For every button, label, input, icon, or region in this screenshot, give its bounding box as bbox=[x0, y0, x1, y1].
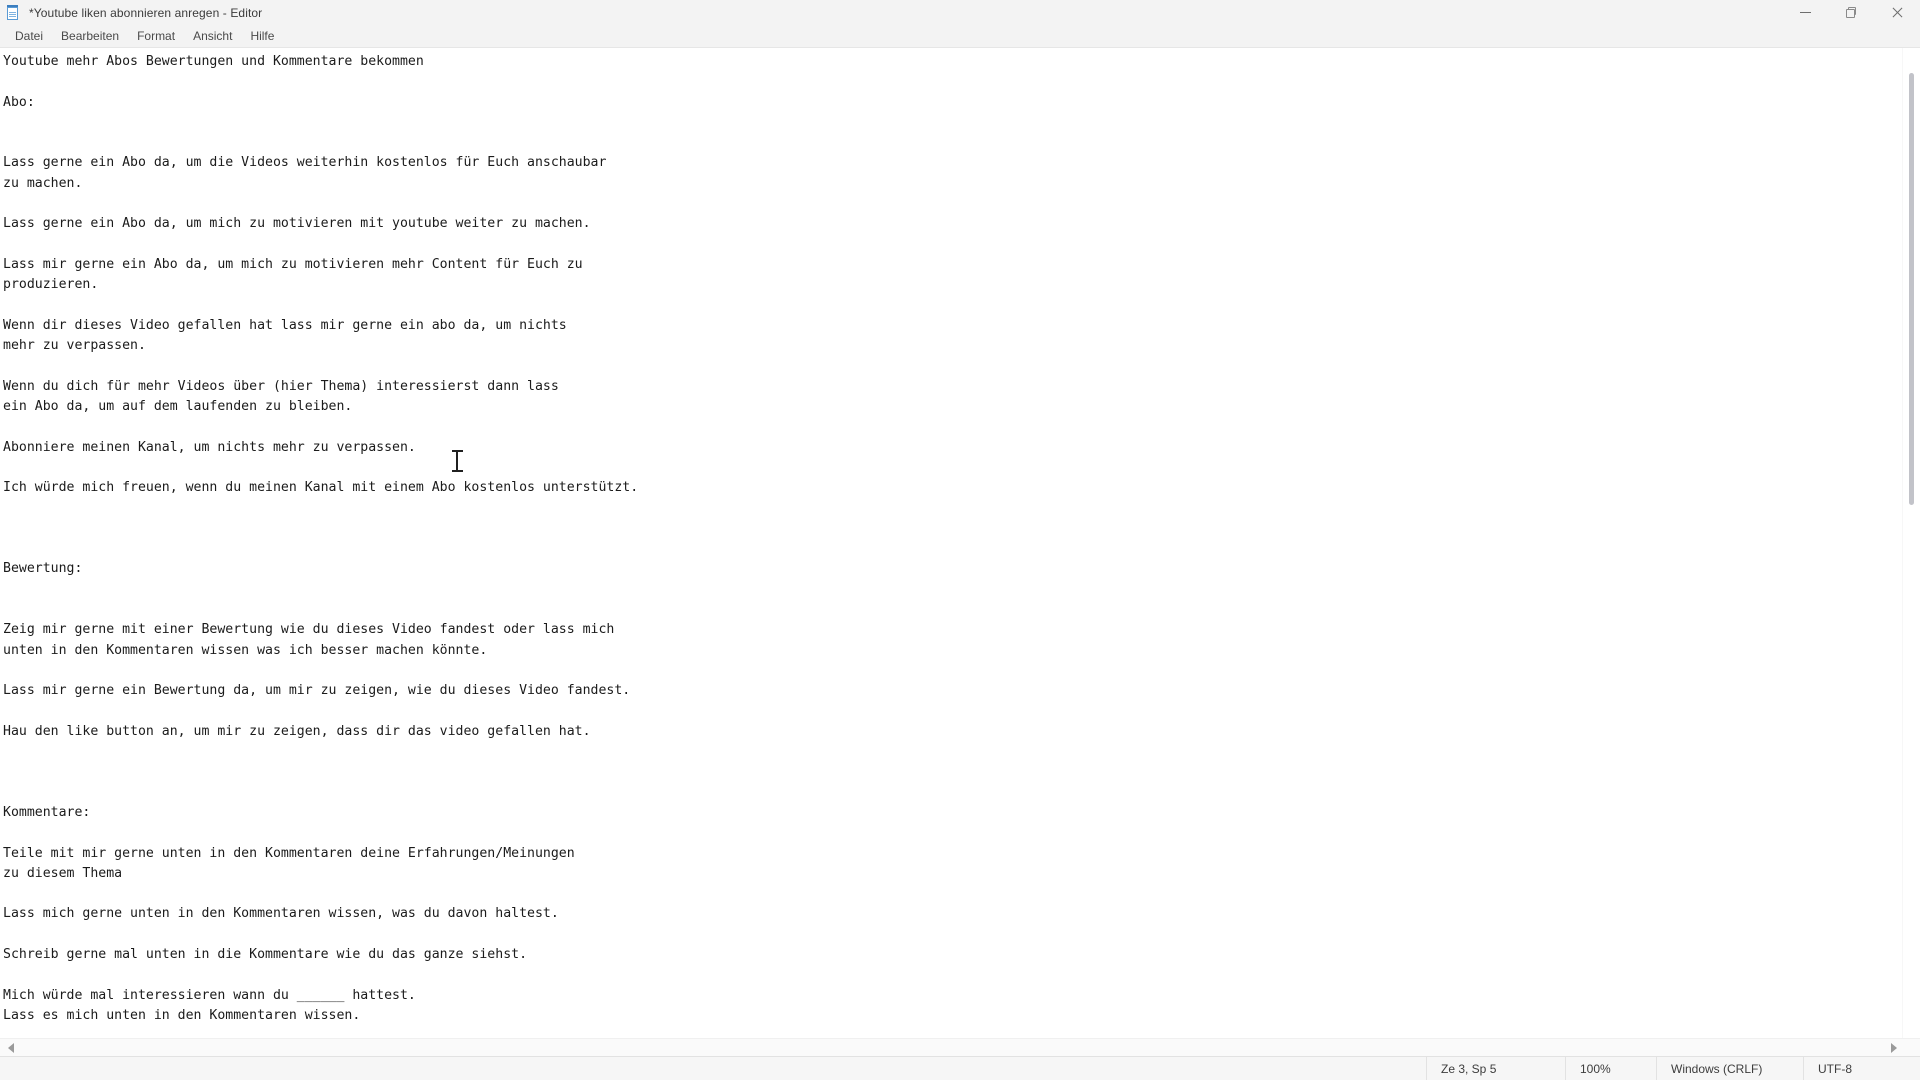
document-line: Zeig mir gerne mit einer Bewertung wie d… bbox=[3, 622, 615, 638]
menu-item-bearbeiten[interactable]: Bearbeiten bbox=[52, 27, 128, 45]
document-line: produzieren. bbox=[3, 277, 99, 293]
close-button[interactable] bbox=[1874, 0, 1920, 25]
chevron-left-icon bbox=[7, 1042, 14, 1053]
document-line: Lass mich gerne unten in den Kommentaren… bbox=[3, 906, 559, 922]
minimize-icon bbox=[1799, 12, 1811, 13]
document-line: Lass gerne ein Abo da, um mich zu motivi… bbox=[3, 216, 591, 232]
document-line: zu machen. bbox=[3, 175, 83, 191]
notepad-window: *Youtube liken abonnieren anregen - Edit… bbox=[0, 0, 1920, 1080]
document-line: Youtube mehr Abos Bewertungen und Kommen… bbox=[3, 54, 424, 69]
document-line: ein Abo da, um auf dem laufenden zu blei… bbox=[3, 399, 353, 415]
title-bar[interactable]: *Youtube liken abonnieren anregen - Edit… bbox=[0, 0, 1920, 25]
scroll-left-button[interactable] bbox=[2, 1039, 19, 1056]
document-line: Schreib gerne mal unten in die Kommentar… bbox=[3, 947, 528, 963]
document-line: Teile mit mir gerne unten in den Komment… bbox=[3, 845, 575, 861]
document-line: Abonniere meinen Kanal, um nichts mehr z… bbox=[3, 439, 416, 455]
document-line: Kommentare: bbox=[3, 804, 91, 820]
window-controls bbox=[1782, 0, 1920, 25]
document-line: zu diesem Thema bbox=[3, 865, 123, 881]
document-line: Ich würde mich freuen, wenn du meinen Ka… bbox=[3, 480, 639, 496]
close-icon bbox=[1891, 7, 1903, 19]
document-text[interactable]: Youtube mehr Abos Bewertungen und Kommen… bbox=[0, 48, 1902, 1038]
status-cursor-position: Ze 3, Sp 5 bbox=[1426, 1057, 1565, 1080]
vertical-scroll-thumb[interactable] bbox=[1909, 73, 1914, 505]
status-line-ending[interactable]: Windows (CRLF) bbox=[1656, 1057, 1803, 1080]
menu-item-ansicht[interactable]: Ansicht bbox=[184, 27, 241, 45]
menu-item-hilfe[interactable]: Hilfe bbox=[241, 27, 283, 45]
document-line: Mich würde mal interessieren wann du ___… bbox=[3, 987, 416, 1003]
menu-bar: Datei Bearbeiten Format Ansicht Hilfe bbox=[0, 25, 1920, 48]
window-title: *Youtube liken abonnieren anregen - Edit… bbox=[29, 5, 263, 20]
document-line: unten in den Kommentaren wissen was ich … bbox=[3, 642, 488, 658]
document-line: Lass mir gerne ein Abo da, um mich zu mo… bbox=[3, 256, 583, 272]
document-line: Hau den like button an, um mir zu zeigen… bbox=[3, 723, 591, 739]
horizontal-scrollbar[interactable] bbox=[0, 1038, 1920, 1056]
status-bar: Ze 3, Sp 5 100% Windows (CRLF) UTF-8 bbox=[0, 1056, 1920, 1080]
vertical-scrollbar[interactable] bbox=[1902, 48, 1920, 1038]
minimize-button[interactable] bbox=[1782, 0, 1828, 25]
document-line: Wenn dir dieses Video gefallen hat lass … bbox=[3, 317, 567, 333]
document-line: mehr zu verpassen. bbox=[3, 338, 146, 354]
chevron-right-icon bbox=[1890, 1042, 1897, 1053]
menu-item-datei[interactable]: Datei bbox=[6, 27, 52, 45]
status-encoding[interactable]: UTF-8 bbox=[1803, 1057, 1920, 1080]
notepad-icon bbox=[5, 4, 21, 21]
status-zoom-level[interactable]: 100% bbox=[1565, 1057, 1656, 1080]
document-line: Abo: bbox=[3, 94, 35, 110]
document-line: Lass gerne ein Abo da, um die Videos wei… bbox=[3, 155, 607, 171]
document-line: Lass mir gerne ein Bewertung da, um mir … bbox=[3, 683, 631, 699]
scroll-right-button[interactable] bbox=[1885, 1039, 1902, 1056]
editor-area: Youtube mehr Abos Bewertungen und Kommen… bbox=[0, 48, 1920, 1038]
menu-item-format[interactable]: Format bbox=[128, 27, 184, 45]
document-line: Wenn du dich für mehr Videos über (hier … bbox=[3, 378, 559, 394]
document-line: Bewertung: bbox=[3, 561, 83, 577]
maximize-button[interactable] bbox=[1828, 0, 1874, 25]
restore-icon bbox=[1845, 7, 1857, 18]
document-line: Lass es mich unten in den Kommentaren wi… bbox=[3, 1007, 361, 1023]
